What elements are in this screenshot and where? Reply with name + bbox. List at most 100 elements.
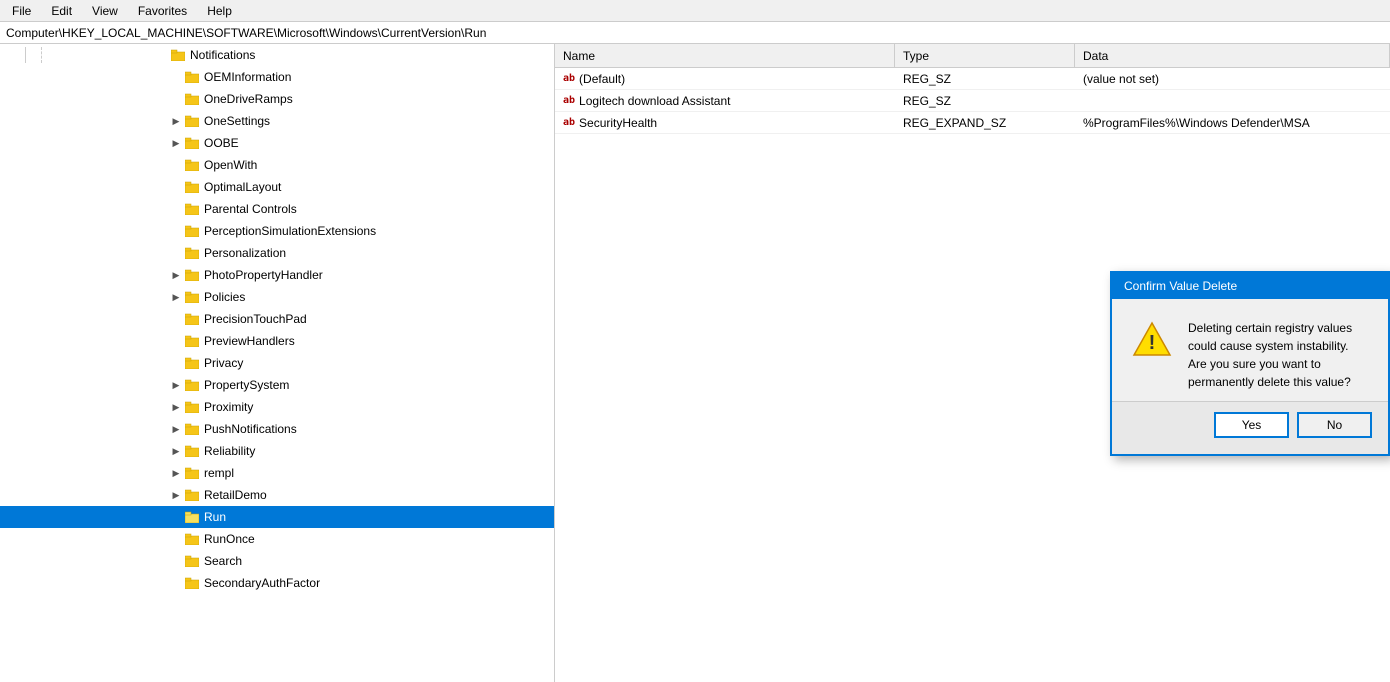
menu-help[interactable]: Help xyxy=(199,2,240,20)
expand-icon[interactable]: ▶ xyxy=(168,487,184,503)
list-item[interactable]: OneDriveRamps xyxy=(0,88,554,110)
tree-item-label: OEMInformation xyxy=(204,70,291,84)
expand-icon[interactable]: ▶ xyxy=(168,113,184,129)
list-item[interactable]: ▶ Policies xyxy=(0,286,554,308)
tree-item-label: rempl xyxy=(204,466,234,480)
ab-icon: ab xyxy=(563,95,575,106)
tree-item-label: OneSettings xyxy=(204,114,270,128)
reg-name: ab Logitech download Assistant xyxy=(555,90,895,111)
tree-item-label: PhotoPropertyHandler xyxy=(204,268,323,282)
expand-icon[interactable]: ▶ xyxy=(168,135,184,151)
folder-icon xyxy=(184,69,200,85)
tree-item-label: Personalization xyxy=(204,246,286,260)
list-item[interactable]: ▶ PhotoPropertyHandler xyxy=(0,264,554,286)
list-item[interactable]: SecondaryAuthFactor xyxy=(0,572,554,594)
list-item[interactable]: PrecisionTouchPad xyxy=(0,308,554,330)
expand-icon[interactable]: ▶ xyxy=(168,465,184,481)
folder-icon xyxy=(170,47,186,63)
folder-icon xyxy=(184,179,200,195)
tree-item-label: Run xyxy=(204,510,226,524)
list-item[interactable]: OEMInformation xyxy=(0,66,554,88)
list-item[interactable]: Search xyxy=(0,550,554,572)
reg-type: REG_SZ xyxy=(895,68,1075,89)
dialog-no-button[interactable]: No xyxy=(1297,412,1372,438)
address-path: Computer\HKEY_LOCAL_MACHINE\SOFTWARE\Mic… xyxy=(6,26,486,40)
reg-type: REG_SZ xyxy=(895,90,1075,111)
folder-icon xyxy=(184,531,200,547)
list-item[interactable]: Privacy xyxy=(0,352,554,374)
folder-icon xyxy=(184,157,200,173)
tree-item-label: Search xyxy=(204,554,242,568)
folder-icon xyxy=(184,509,200,525)
folder-icon xyxy=(184,399,200,415)
list-item[interactable]: Parental Controls xyxy=(0,198,554,220)
expand-icon[interactable]: ▶ xyxy=(168,267,184,283)
tree-item-label: OneDriveRamps xyxy=(204,92,293,106)
menu-view[interactable]: View xyxy=(84,2,126,20)
list-item[interactable]: ▶ PropertySystem xyxy=(0,374,554,396)
list-item[interactable]: OpenWith xyxy=(0,154,554,176)
dialog-yes-button[interactable]: Yes xyxy=(1214,412,1289,438)
list-item[interactable]: ▶ PushNotifications xyxy=(0,418,554,440)
list-item[interactable]: ▶ Reliability xyxy=(0,440,554,462)
folder-icon xyxy=(184,91,200,107)
list-item[interactable]: Notifications xyxy=(0,44,554,66)
ab-icon: ab xyxy=(563,73,575,84)
list-item[interactable]: PreviewHandlers xyxy=(0,330,554,352)
tree-item-label: Reliability xyxy=(204,444,255,458)
expand-icon[interactable]: ▶ xyxy=(168,421,184,437)
reg-name: ab SecurityHealth xyxy=(555,112,895,133)
ab-icon: ab xyxy=(563,117,575,128)
reg-name-value: SecurityHealth xyxy=(579,116,657,130)
tree-item-label: RunOnce xyxy=(204,532,255,546)
folder-icon xyxy=(184,113,200,129)
svg-text:!: ! xyxy=(1149,332,1156,354)
menu-bar: File Edit View Favorites Help xyxy=(0,0,1390,22)
expand-icon[interactable]: ▶ xyxy=(168,289,184,305)
list-item[interactable]: ▶ rempl xyxy=(0,462,554,484)
folder-icon xyxy=(184,267,200,283)
warning-icon: ! xyxy=(1132,319,1172,359)
list-item[interactable]: ▶ RetailDemo xyxy=(0,484,554,506)
tree-item-label: PushNotifications xyxy=(204,422,297,436)
dialog-message: Deleting certain registry values could c… xyxy=(1188,319,1368,391)
tree-item-label: OpenWith xyxy=(204,158,257,172)
col-header-type[interactable]: Type xyxy=(895,44,1075,67)
tree-item-label: Proximity xyxy=(204,400,253,414)
list-item[interactable]: ▶ OneSettings xyxy=(0,110,554,132)
list-item[interactable]: ▶ Proximity xyxy=(0,396,554,418)
menu-favorites[interactable]: Favorites xyxy=(130,2,195,20)
folder-icon xyxy=(184,135,200,151)
list-item[interactable]: OptimalLayout xyxy=(0,176,554,198)
list-item[interactable]: ▶ OOBE xyxy=(0,132,554,154)
list-item[interactable]: PerceptionSimulationExtensions xyxy=(0,220,554,242)
list-item-run[interactable]: Run xyxy=(0,506,554,528)
tree-item-label: PreviewHandlers xyxy=(204,334,295,348)
confirm-delete-dialog: Confirm Value Delete ! Deleting certain … xyxy=(1110,271,1390,456)
col-header-name[interactable]: Name xyxy=(555,44,895,67)
reg-name: ab (Default) xyxy=(555,68,895,89)
registry-panel: Name Type Data ab (Default) REG_SZ (valu… xyxy=(555,44,1390,682)
menu-edit[interactable]: Edit xyxy=(43,2,80,20)
expand-icon[interactable]: ▶ xyxy=(168,443,184,459)
tree-item-label: Notifications xyxy=(190,48,255,62)
tree-item-label: PropertySystem xyxy=(204,378,289,392)
folder-icon xyxy=(184,245,200,261)
menu-file[interactable]: File xyxy=(4,2,39,20)
folder-icon xyxy=(184,421,200,437)
tree-item-label: Parental Controls xyxy=(204,202,297,216)
expand-icon[interactable]: ▶ xyxy=(168,399,184,415)
list-item[interactable]: Personalization xyxy=(0,242,554,264)
tree-item-label: PrecisionTouchPad xyxy=(204,312,307,326)
dialog-title: Confirm Value Delete xyxy=(1124,279,1237,293)
tree-item-label: OptimalLayout xyxy=(204,180,281,194)
tree-panel[interactable]: Notifications OEMInformation OneDriveRam… xyxy=(0,44,555,682)
expand-icon[interactable]: ▶ xyxy=(168,377,184,393)
reg-name-value: (Default) xyxy=(579,72,625,86)
list-item[interactable]: RunOnce xyxy=(0,528,554,550)
folder-icon xyxy=(184,553,200,569)
folder-icon xyxy=(184,443,200,459)
folder-icon xyxy=(184,575,200,591)
dialog-title-bar: Confirm Value Delete xyxy=(1112,273,1388,299)
tree-item-label: SecondaryAuthFactor xyxy=(204,576,320,590)
